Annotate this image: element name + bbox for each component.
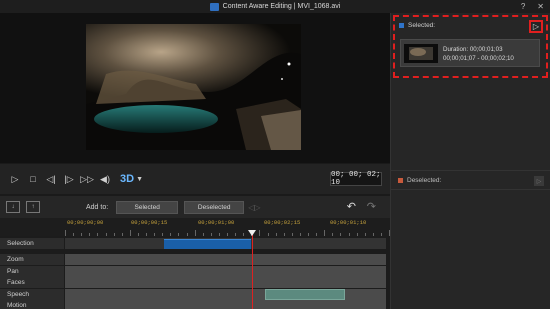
volume-icon[interactable]: ◀)	[98, 172, 112, 186]
deselected-header: Deselected: ▷	[391, 170, 550, 190]
mark-out-icon[interactable]: ↑	[26, 201, 40, 213]
video-preview-area	[0, 13, 390, 177]
track-label: Selection	[0, 238, 64, 249]
track-lane[interactable]	[65, 277, 386, 288]
window-title: Content Aware Editing | MVI_1068.avi	[222, 3, 341, 10]
range-arrows-icon: ◁▷	[248, 202, 261, 212]
deselected-color-icon	[398, 177, 403, 183]
play-icon[interactable]: ▷	[8, 172, 22, 186]
selected-header: Selected:	[399, 22, 435, 29]
play-icon: ▷	[532, 22, 540, 31]
play-deselected-button[interactable]: ▷	[534, 176, 544, 186]
track-label: Faces	[0, 277, 64, 288]
selected-label: Selected:	[408, 22, 436, 29]
help-button[interactable]: ?	[521, 2, 525, 11]
add-to-selected-button[interactable]: Selected	[116, 200, 179, 214]
track-row-faces: Faces	[0, 277, 390, 288]
title-bar: Content Aware Editing | MVI_1068.avi ? ✕	[0, 0, 550, 13]
playhead-line[interactable]	[252, 231, 253, 309]
play-selected-button[interactable]: ▷	[529, 20, 543, 33]
ruler-label: 00;00;01;10	[330, 219, 367, 226]
track-label: Zoom	[0, 254, 64, 265]
window-controls: ? ✕	[521, 0, 544, 13]
track-label: Motion	[0, 300, 64, 309]
selected-panel: Selected: ▷ Duration: 00;00;01;03 00;00;…	[393, 15, 548, 78]
ruler-label: 00;00;01;00	[198, 219, 235, 226]
right-panel: Selected: ▷ Duration: 00;00;01;03 00;00;…	[390, 13, 550, 309]
clip-duration: Duration: 00;00;01;03	[443, 46, 503, 53]
ruler-label: 00;00;00;15	[131, 219, 168, 226]
timecode-display: 00; 00; 02; 10	[330, 171, 382, 187]
selected-color-icon	[399, 23, 404, 28]
add-to-deselected-button[interactable]: Deselected	[184, 200, 245, 214]
content-aware-editing-window: Content Aware Editing | MVI_1068.avi ? ✕	[0, 0, 550, 309]
selection-clip[interactable]	[164, 239, 251, 249]
timeline-ruler[interactable]: 00;00;00;00 00;00;00;15 00;00;01;00 00;0…	[0, 218, 390, 236]
timeline-tracks: Selection Zoom Pan Faces Speech Motion	[0, 236, 390, 309]
track-row-zoom: Zoom	[0, 254, 390, 265]
track-lane[interactable]	[65, 238, 386, 249]
track-row-pan: Pan	[0, 266, 390, 277]
track-lane[interactable]	[65, 254, 386, 265]
ruler-label: 00;00;02;15	[264, 219, 301, 226]
playhead-handle[interactable]	[248, 230, 256, 236]
video-frame	[86, 24, 301, 150]
speech-clip[interactable]	[265, 289, 345, 300]
cave-scene-image	[86, 24, 301, 150]
ruler-ticks: 00;00;00;00 00;00;00;15 00;00;01;00 00;0…	[65, 218, 390, 236]
ruler-label: 00;00;00;00	[67, 219, 104, 226]
mark-in-icon[interactable]: ↓	[6, 201, 20, 213]
fast-forward-icon[interactable]: ▷▷	[80, 172, 94, 186]
three-d-button[interactable]: 3D	[120, 173, 134, 185]
stop-icon[interactable]: □	[26, 172, 40, 186]
track-lane[interactable]	[65, 300, 386, 309]
chevron-down-icon[interactable]: ▼	[136, 176, 143, 183]
playback-controls: ▷ □ ◁| |▷ ▷▷ ◀) 3D ▼ 00; 00; 02; 10	[0, 164, 390, 194]
timeline-toolbar: ↓ ↑ Add to: Selected Deselected ◁▷ ↶ ↷	[0, 196, 390, 218]
app-icon	[209, 2, 219, 11]
track-label: Speech	[0, 289, 64, 300]
deselected-label: Deselected:	[407, 176, 442, 184]
track-row-speech: Speech	[0, 289, 390, 300]
next-frame-icon[interactable]: |▷	[62, 172, 76, 186]
clip-thumbnail	[404, 44, 438, 63]
clip-range: 00;00;01;07 - 00;00;02;10	[443, 55, 514, 62]
add-to-label: Add to:	[86, 203, 109, 211]
previous-frame-icon[interactable]: ◁|	[44, 172, 58, 186]
track-row-motion: Motion	[0, 300, 390, 309]
undo-icon[interactable]: ↶	[347, 200, 356, 213]
close-button[interactable]: ✕	[537, 2, 544, 11]
clip-info: Duration: 00;00;01;03 00;00;01;07 - 00;0…	[443, 45, 514, 63]
selected-clip-card[interactable]: Duration: 00;00;01;03 00;00;01;07 - 00;0…	[400, 39, 540, 67]
track-lane[interactable]	[65, 289, 386, 300]
track-label: Pan	[0, 266, 64, 277]
redo-icon[interactable]: ↷	[367, 200, 376, 213]
track-lane[interactable]	[65, 266, 386, 277]
track-row-selection: Selection	[0, 238, 390, 249]
